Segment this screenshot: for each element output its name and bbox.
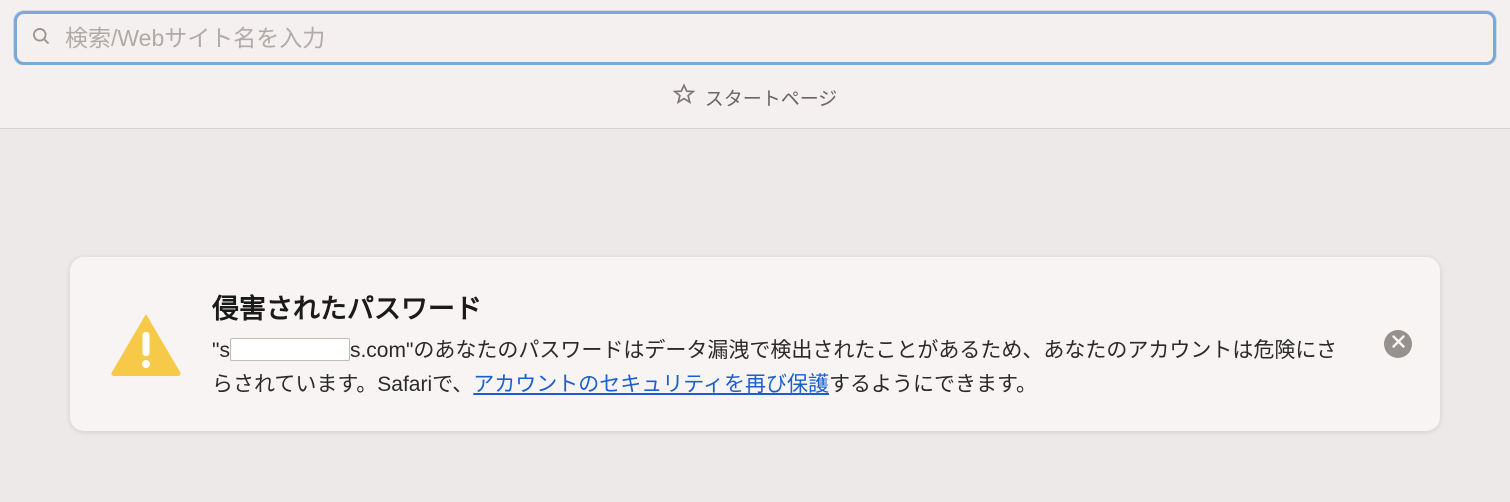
redacted-domain bbox=[230, 338, 350, 361]
browser-toolbar bbox=[0, 0, 1510, 65]
warning-icon bbox=[110, 308, 182, 380]
banner-title: 侵害されたパスワード bbox=[212, 287, 1354, 326]
star-icon bbox=[673, 83, 695, 111]
tab-bar: スタートページ bbox=[0, 65, 1510, 129]
banner-body: "ss.com"のあなたのパスワードはデータ漏洩で検出されたことがあるため、あな… bbox=[212, 334, 1354, 401]
tab-start-page[interactable]: スタートページ bbox=[673, 83, 838, 111]
content-area: 侵害されたパスワード "ss.com"のあなたのパスワードはデータ漏洩で検出され… bbox=[0, 129, 1510, 431]
banner-text: 侵害されたパスワード "ss.com"のあなたのパスワードはデータ漏洩で検出され… bbox=[212, 287, 1354, 401]
address-input[interactable] bbox=[65, 25, 1479, 52]
close-icon bbox=[1392, 335, 1405, 353]
search-icon bbox=[31, 26, 65, 51]
banner-body-suffix: するようにできます。 bbox=[829, 373, 1037, 396]
secure-account-link[interactable]: アカウントのセキュリティを再び保護 bbox=[473, 373, 829, 396]
password-breach-banner: 侵害されたパスワード "ss.com"のあなたのパスワードはデータ漏洩で検出され… bbox=[70, 257, 1440, 431]
banner-body-prefix: "s bbox=[212, 339, 230, 362]
close-button[interactable] bbox=[1384, 330, 1412, 358]
tab-label: スタートページ bbox=[705, 84, 838, 111]
address-bar[interactable] bbox=[14, 11, 1496, 65]
